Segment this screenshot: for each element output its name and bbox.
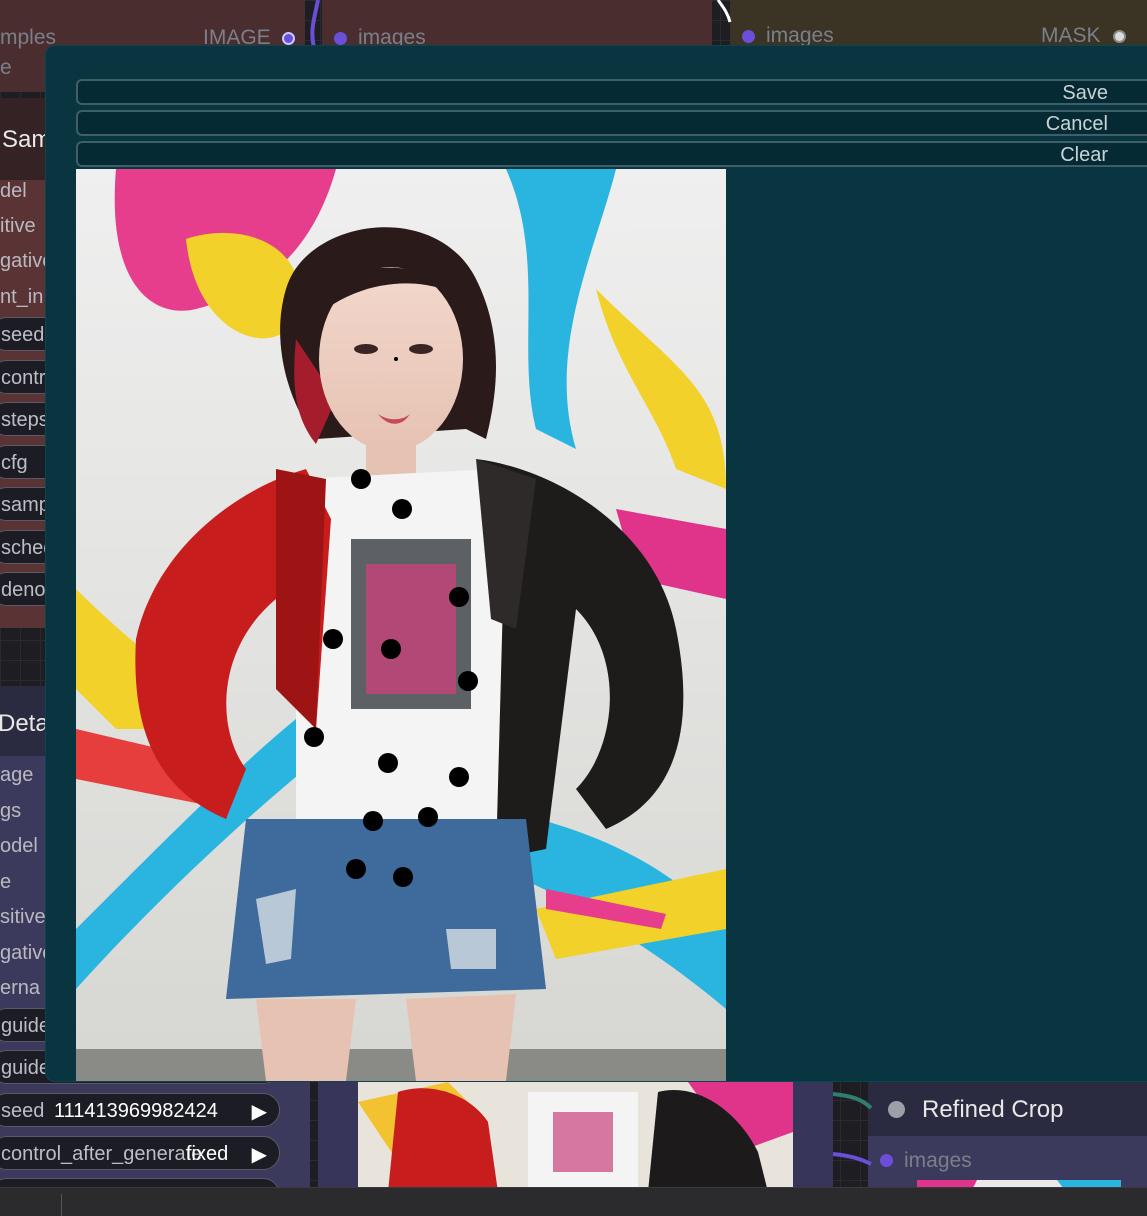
mask-images-input-dot[interactable] bbox=[742, 30, 755, 43]
detailer-input-positive: sitive bbox=[0, 906, 46, 928]
mask-stroke-dot bbox=[449, 587, 469, 607]
mask-stroke-dot bbox=[418, 807, 438, 827]
mask-canvas[interactable] bbox=[76, 169, 726, 1081]
mask-stroke-dot bbox=[351, 469, 371, 489]
images-input-dot[interactable] bbox=[334, 32, 347, 45]
detailer-input-external: erna bbox=[0, 977, 41, 999]
mask-stroke-dot bbox=[378, 753, 398, 773]
refined-images-input-dot[interactable] bbox=[880, 1154, 893, 1167]
detailer-seed-widget[interactable]: seed 111413969982424 ▶ bbox=[0, 1093, 280, 1127]
mask-stroke-dot bbox=[323, 629, 343, 649]
source-image bbox=[76, 169, 726, 1081]
seed-increment-arrow[interactable]: ▶ bbox=[252, 1099, 267, 1124]
detailer-input-segs: gs bbox=[0, 800, 22, 822]
detailer-control-widget[interactable]: control_after_generate fixed ▶ bbox=[0, 1136, 280, 1170]
mask-stroke-dot bbox=[363, 811, 383, 831]
mask-stroke-dot bbox=[392, 499, 412, 519]
detailer-input-image: age bbox=[0, 764, 34, 786]
mask-stroke-dot bbox=[346, 859, 366, 879]
link-wire bbox=[310, 0, 320, 49]
clear-button[interactable]: Clear bbox=[76, 141, 1147, 167]
mask-link-wire bbox=[716, 0, 732, 23]
control-next-arrow[interactable]: ▶ bbox=[252, 1142, 267, 1167]
ksampler-input-positive: itive bbox=[0, 215, 36, 237]
ksampler-input-latent: nt_in bbox=[0, 286, 44, 308]
bottom-divider bbox=[61, 1194, 62, 1216]
collapse-dot[interactable] bbox=[888, 1101, 905, 1118]
mask-stroke-dot bbox=[381, 639, 401, 659]
mask-stroke-dot bbox=[458, 671, 478, 691]
detailer-input-model: odel bbox=[0, 835, 38, 857]
refined-images-input-label: images bbox=[904, 1149, 972, 1172]
bottom-status-bar bbox=[0, 1187, 1147, 1216]
mask-stroke-dot bbox=[393, 867, 413, 887]
extra-label: e bbox=[0, 56, 12, 79]
mask-stroke-dot bbox=[449, 767, 469, 787]
cancel-button[interactable]: Cancel bbox=[76, 110, 1147, 136]
refined-crop-title: Refined Crop bbox=[922, 1096, 1064, 1123]
detailer-input-vae: e bbox=[0, 871, 12, 893]
image-output-dot[interactable] bbox=[282, 32, 295, 45]
mask-stroke-dot bbox=[394, 357, 398, 361]
save-button[interactable]: Save bbox=[76, 79, 1147, 105]
refined-link-wire bbox=[833, 1092, 873, 1166]
mask-editor-dialog: Save Cancel Clear bbox=[45, 45, 1147, 1082]
node-canvas[interactable]: mples IMAGE e images images MASK Sam del… bbox=[0, 0, 1147, 1216]
mask-stroke-dot bbox=[304, 727, 324, 747]
ksampler-input-model: del bbox=[0, 180, 27, 202]
ksampler-title: Sam bbox=[2, 126, 52, 153]
preview-thumbnail bbox=[358, 1082, 793, 1192]
mask-output-dot[interactable] bbox=[1113, 30, 1126, 43]
